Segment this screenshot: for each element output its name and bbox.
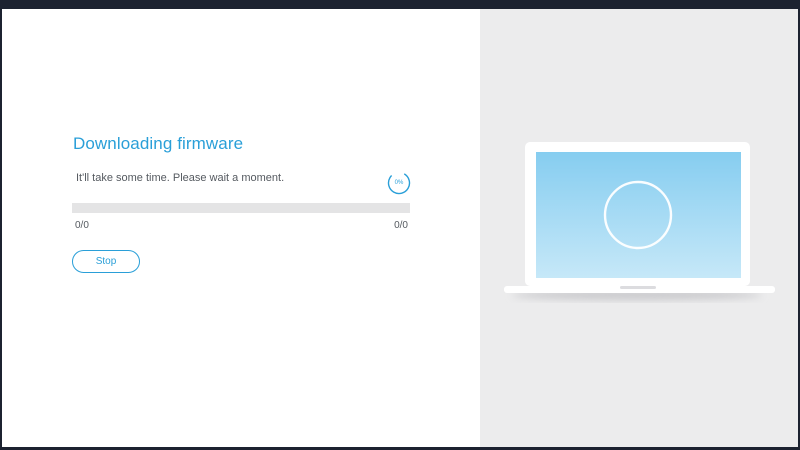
stop-button[interactable]: Stop [72,250,140,273]
downloaded-count: 0/0 [75,220,89,231]
laptop-icon [504,142,775,300]
wait-message: It'll take some time. Please wait a mome… [76,172,285,184]
progress-bar [72,203,410,213]
page-title: Downloading firmware [73,134,244,153]
progress-percent: 0% [394,180,404,186]
total-count: 0/0 [394,220,408,231]
download-panel: Downloading firmware It'll take some tim… [2,9,480,447]
